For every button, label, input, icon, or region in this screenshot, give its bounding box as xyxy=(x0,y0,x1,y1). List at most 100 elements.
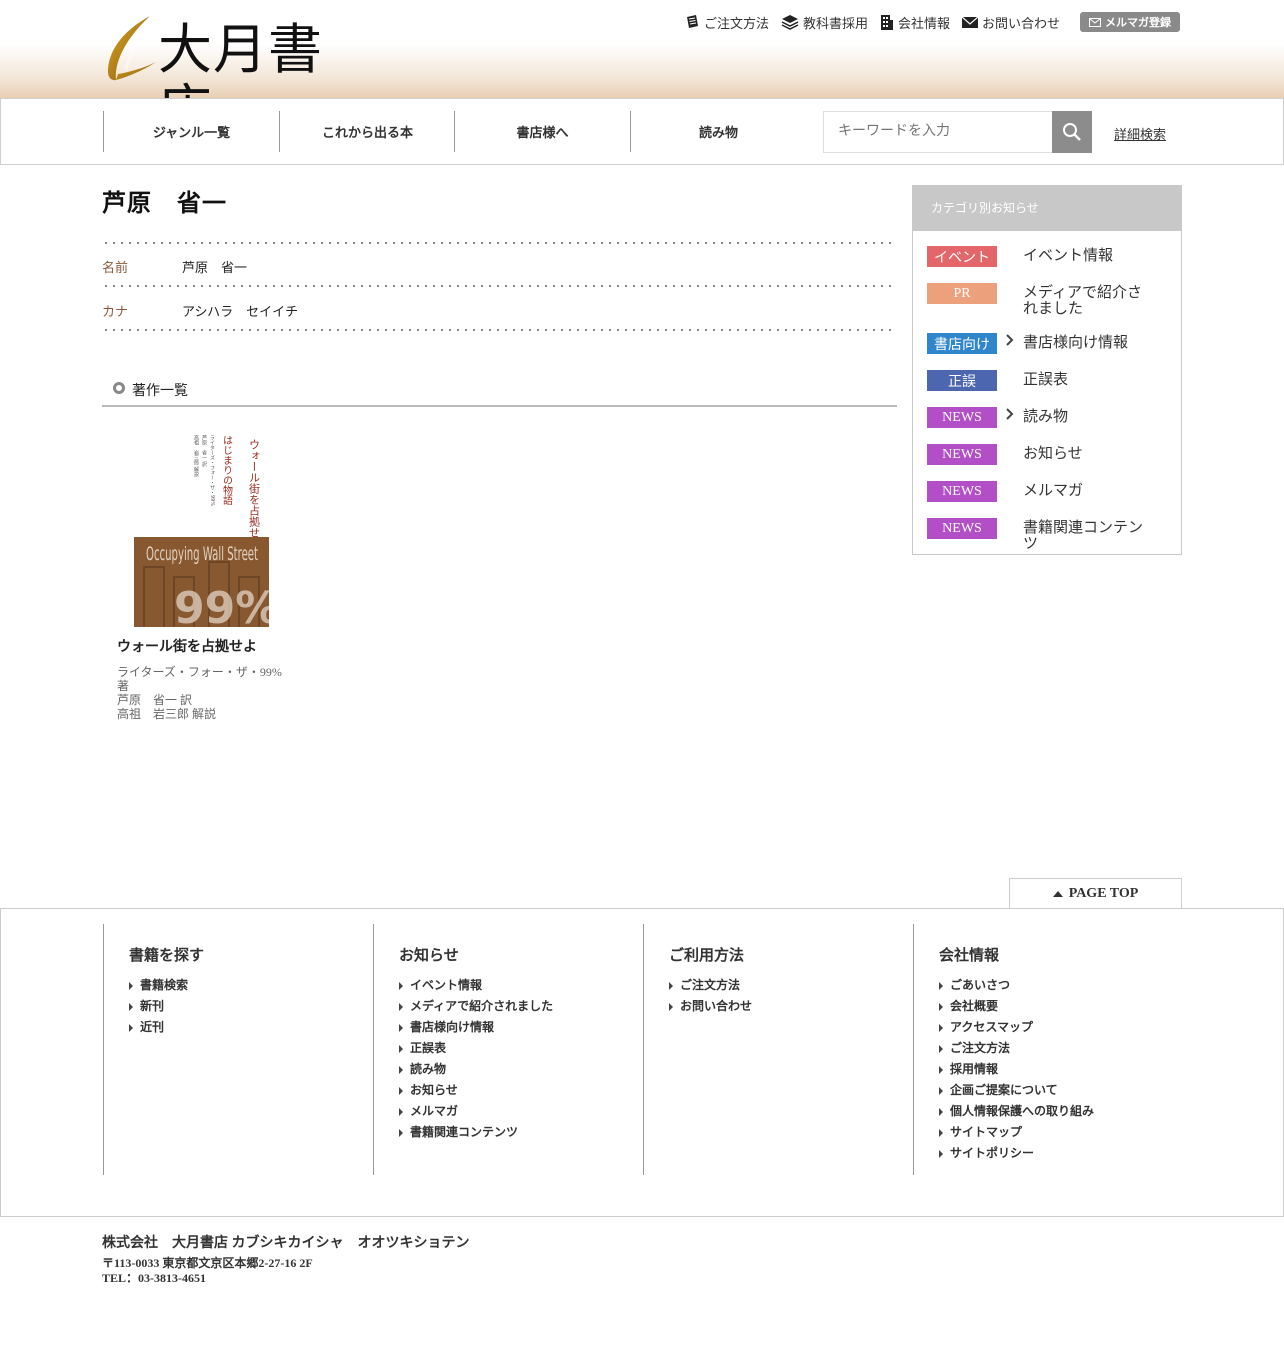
bullet-arrow-icon xyxy=(399,1002,403,1011)
sidebar-item-label: メルマガ xyxy=(1023,483,1084,499)
footer-link[interactable]: サイトポリシー xyxy=(939,1143,1183,1164)
sidebar-item-book-content[interactable]: NEWS 書籍関連コンテンツ xyxy=(927,518,1153,552)
bullet-arrow-icon xyxy=(669,1002,673,1011)
footer-link[interactable]: 会社概要 xyxy=(939,996,1183,1017)
footer-column-title: 書籍を探す xyxy=(129,948,205,964)
bullet-arrow-icon xyxy=(939,1023,943,1032)
info-label-kana: カナ xyxy=(102,304,129,319)
sidebar-item-readings[interactable]: NEWS 読み物 xyxy=(927,407,1153,428)
nav-for-bookstores[interactable]: 書店様へ xyxy=(454,111,630,152)
footer-column-find-books: 書籍を探す 書籍検索 新刊 近刊 xyxy=(103,924,373,1175)
footer-link[interactable]: ごあいさつ xyxy=(939,975,1183,996)
newsletter-signup-button[interactable]: メルマガ登録 xyxy=(1080,12,1180,32)
bullet-arrow-icon xyxy=(939,1086,943,1095)
credit-line: 芦原 省一 訳 xyxy=(117,693,193,707)
category-badge: NEWS xyxy=(927,444,997,465)
sidebar-item-news[interactable]: NEWS お知らせ xyxy=(927,444,1153,465)
info-value-name: 芦原 省一 xyxy=(182,260,248,275)
footer-link[interactable]: 採用情報 xyxy=(939,1059,1183,1080)
nav-genre-list[interactable]: ジャンル一覧 xyxy=(103,111,279,152)
footer-link[interactable]: 書籍関連コンテンツ xyxy=(399,1122,643,1143)
divider xyxy=(102,242,897,244)
bullet-arrow-icon xyxy=(939,1128,943,1137)
company-info: 株式会社 大月書店 カブシキカイシャ オオツキショテン 〒113-0033 東京… xyxy=(102,1232,470,1286)
book-cover-image[interactable]: ウォール街を占拠せよ はじまりの物語 ライターズ・フォー・ザ・99% 芦原 省一… xyxy=(134,427,269,627)
bullet-arrow-icon xyxy=(399,1065,403,1074)
bullet-arrow-icon xyxy=(939,1065,943,1074)
cover-title-jp: ウォール街を占拠せよ xyxy=(248,439,261,549)
footer-link[interactable]: 書籍検索 xyxy=(129,975,373,996)
category-badge: NEWS xyxy=(927,407,997,428)
mail-icon xyxy=(1089,17,1101,27)
footer-link[interactable]: 正誤表 xyxy=(399,1038,643,1059)
sidebar-item-bookstore[interactable]: 書店向け 書店様向け情報 xyxy=(927,333,1153,354)
utility-label: 教科書採用 xyxy=(802,15,868,31)
site-footer: 書籍を探す 書籍検索 新刊 近刊 お知らせ イベント情報 メディアで紹介されまし… xyxy=(0,908,1284,1217)
cover-subtitle-jp: はじまりの物語 xyxy=(221,435,233,506)
footer-link[interactable]: ご注文方法 xyxy=(939,1038,1183,1059)
site-header: 大月書店 ご注文方法 教科書採用 会社情報 お問い合わせ メルマガ登録 xyxy=(0,0,1284,140)
sidebar-item-errata[interactable]: 正誤 正誤表 xyxy=(927,370,1153,391)
footer-link[interactable]: サイトマップ xyxy=(939,1122,1183,1143)
order-doc-icon xyxy=(686,15,698,28)
sidebar-heading: カテゴリ別お知らせ xyxy=(913,186,1181,231)
cover-credit: 高祖 岩三郎 解説 xyxy=(193,434,199,478)
footer-link[interactable]: 読み物 xyxy=(399,1059,643,1080)
cover-title-en: Occupying Wall Street xyxy=(146,543,258,565)
sidebar-item-label: お知らせ xyxy=(1023,446,1083,462)
utility-link-contact[interactable]: お問い合わせ xyxy=(961,13,1060,32)
page-top-button[interactable]: PAGE TOP xyxy=(1009,878,1182,909)
utility-link-order[interactable]: ご注文方法 xyxy=(684,13,769,32)
sidebar-item-newsletter[interactable]: NEWS メルマガ xyxy=(927,481,1153,502)
search-button[interactable] xyxy=(1052,111,1092,153)
credit-line: ライターズ・フォー・ザ・99% xyxy=(117,665,282,679)
books-icon xyxy=(781,15,799,30)
works-heading-text: 著作一覧 xyxy=(132,384,188,399)
search-input[interactable] xyxy=(824,112,1052,152)
footer-link[interactable]: お問い合わせ xyxy=(669,996,913,1017)
footer-link[interactable]: メディアで紹介されました xyxy=(399,996,643,1017)
footer-link[interactable]: ご注文方法 xyxy=(669,975,913,996)
works-heading: 著作一覧 xyxy=(102,378,897,407)
category-badge: 書店向け xyxy=(927,333,997,354)
book-title[interactable]: ウォール街を占拠せよ xyxy=(117,636,257,656)
chevron-right-icon xyxy=(997,333,1023,346)
footer-link[interactable]: アクセスマップ xyxy=(939,1017,1183,1038)
site-logo[interactable]: 大月書店 xyxy=(104,14,374,140)
chevron-right-icon xyxy=(997,407,1023,420)
footer-link[interactable]: イベント情報 xyxy=(399,975,643,996)
book-credits: ライターズ・フォー・ザ・99% 著 芦原 省一 訳 高祖 岩三郎 解説 xyxy=(117,665,297,721)
credit-line: 高祖 岩三郎 解説 xyxy=(117,707,217,721)
footer-link[interactable]: 書店様向け情報 xyxy=(399,1017,643,1038)
footer-link[interactable]: メルマガ xyxy=(399,1101,643,1122)
utility-link-textbook[interactable]: 教科書採用 xyxy=(781,13,868,32)
footer-link[interactable]: お知らせ xyxy=(399,1080,643,1101)
info-value-kana: アシハラ セイイチ xyxy=(182,304,299,319)
main-nav: ジャンル一覧 これから出る本 書店様へ 読み物 詳細検索 xyxy=(0,98,1284,165)
bullet-arrow-icon xyxy=(129,981,133,990)
arrow-up-icon xyxy=(1052,891,1063,897)
footer-link[interactable]: 企画ご提案について xyxy=(939,1080,1183,1101)
nav-readings[interactable]: 読み物 xyxy=(630,111,806,152)
advanced-search-link[interactable]: 詳細検索 xyxy=(1114,124,1166,143)
bullet-arrow-icon xyxy=(939,981,943,990)
category-badge: PR xyxy=(927,283,997,304)
footer-column-title: お知らせ xyxy=(399,948,459,964)
category-badge: 正誤 xyxy=(927,370,997,391)
bullet-arrow-icon xyxy=(939,1002,943,1011)
utility-link-company[interactable]: 会社情報 xyxy=(880,13,950,32)
footer-link[interactable]: 個人情報保護への取り組み xyxy=(939,1101,1183,1122)
newsletter-signup-label: メルマガ登録 xyxy=(1105,17,1171,29)
utility-label: ご注文方法 xyxy=(703,15,769,31)
footer-link[interactable]: 新刊 xyxy=(129,996,373,1017)
page-top-label: PAGE TOP xyxy=(1068,886,1139,901)
bullet-arrow-icon xyxy=(399,1086,403,1095)
sidebar-item-event[interactable]: イベント イベント情報 xyxy=(927,246,1153,267)
sidebar-item-media[interactable]: PR メディアで紹介されました xyxy=(927,283,1153,317)
utility-nav: ご注文方法 教科書採用 会社情報 お問い合わせ メルマガ登録 xyxy=(672,12,1180,32)
footer-link[interactable]: 近刊 xyxy=(129,1017,373,1038)
nav-label: これから出る本 xyxy=(321,125,413,140)
info-label-name: 名前 xyxy=(102,260,129,275)
utility-label: 会社情報 xyxy=(897,15,950,31)
nav-upcoming-books[interactable]: これから出る本 xyxy=(279,111,455,152)
